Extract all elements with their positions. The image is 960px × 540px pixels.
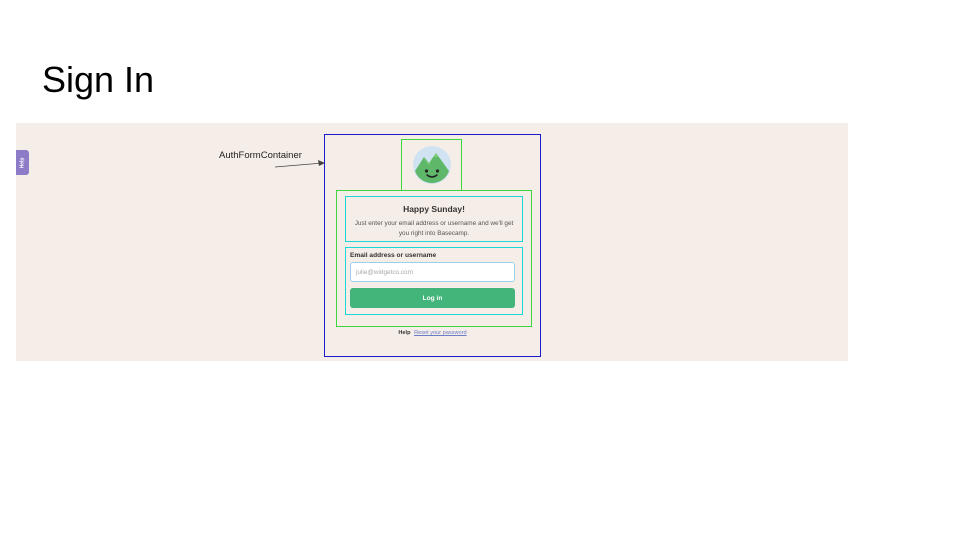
login-section: Email address or username Log in xyxy=(345,247,523,315)
reset-password-link[interactable]: Reset your password xyxy=(414,330,467,336)
greeting-section: Happy Sunday! Just enter your email addr… xyxy=(345,196,523,242)
email-label: Email address or username xyxy=(350,252,437,259)
greeting-title: Happy Sunday! xyxy=(403,204,465,214)
login-button[interactable]: Log in xyxy=(350,288,515,308)
footer-links: Help Reset your password xyxy=(325,330,540,336)
greeting-text: Just enter your email address or usernam… xyxy=(354,220,514,237)
basecamp-logo-icon xyxy=(412,146,451,184)
email-input[interactable] xyxy=(350,262,515,282)
auth-form-container: Happy Sunday! Just enter your email addr… xyxy=(324,134,541,357)
slide-title: Sign In xyxy=(42,59,155,100)
signin-screenshot: Help AuthFormContainer Happy Sunday! Jus… xyxy=(16,123,848,361)
logo-container xyxy=(401,139,462,191)
auth-form: Happy Sunday! Just enter your email addr… xyxy=(336,190,532,327)
footer-help-link[interactable]: Help xyxy=(398,330,410,336)
